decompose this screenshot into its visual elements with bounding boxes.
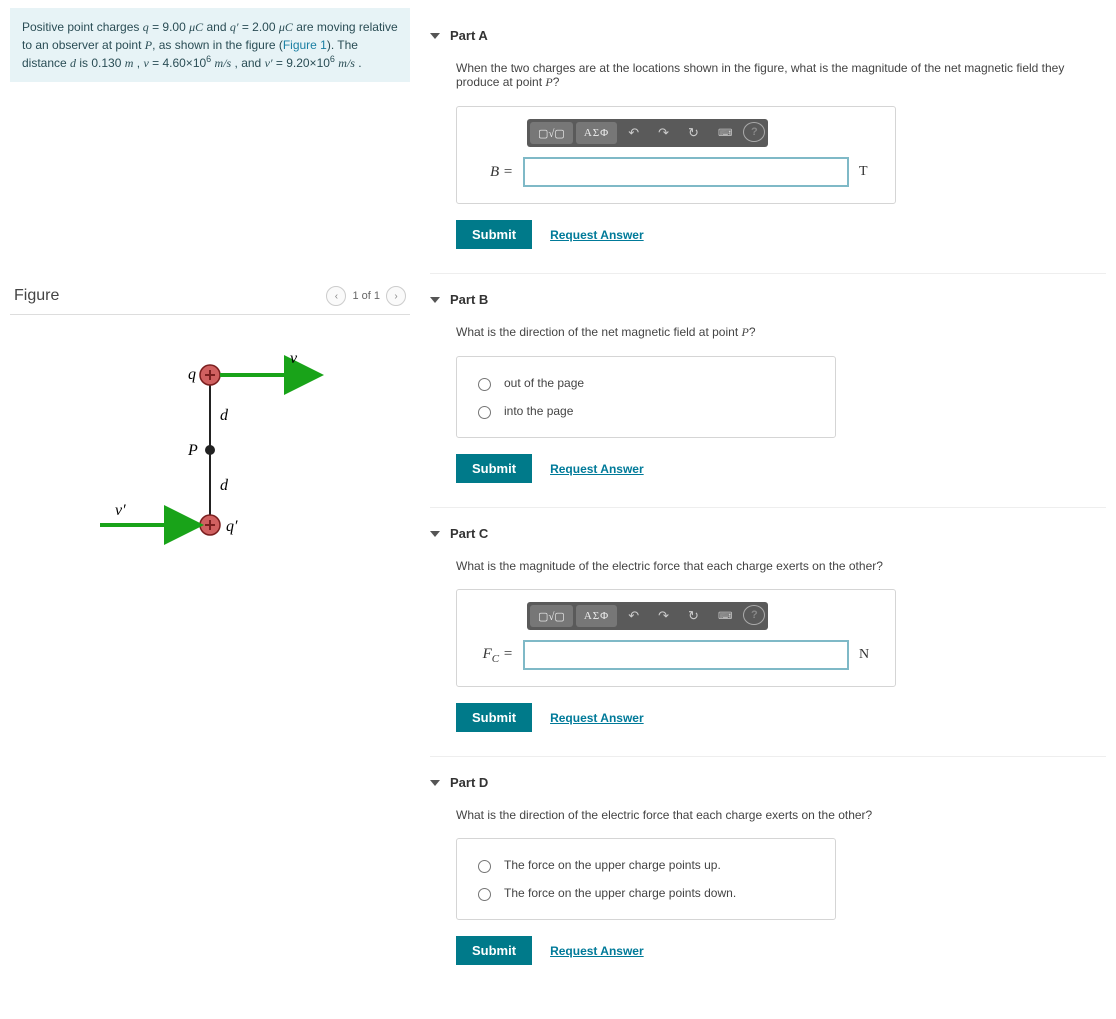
undo-icon[interactable]: ↶ — [620, 605, 647, 627]
collapse-icon[interactable] — [430, 531, 440, 537]
undo-icon[interactable]: ↶ — [620, 122, 647, 144]
part-c-answer-input[interactable] — [523, 640, 849, 670]
part-a-prompt: When the two charges are at the location… — [456, 61, 1106, 90]
part-c-var-label: FC = — [473, 646, 513, 665]
templates-tool-icon[interactable]: ▢√▢ — [530, 605, 573, 627]
part-d: Part D What is the direction of the elec… — [430, 757, 1106, 989]
part-a-answer-panel: ▢√▢ ΑΣΦ ↶ ↷ ↻ ⌨ ? B = T — [456, 106, 896, 204]
figure-pager-text: 1 of 1 — [352, 290, 380, 302]
svg-text:P: P — [187, 442, 198, 459]
figure-link[interactable]: Figure 1 — [283, 38, 327, 52]
part-a-title: Part A — [450, 28, 488, 43]
part-b-options: out of the page into the page — [456, 356, 836, 438]
collapse-icon[interactable] — [430, 33, 440, 39]
keyboard-icon[interactable]: ⌨ — [710, 605, 740, 627]
part-a-answer-input[interactable] — [523, 157, 849, 187]
part-a-unit: T — [859, 164, 879, 180]
greek-tool-icon[interactable]: ΑΣΦ — [576, 605, 617, 627]
svg-text:q′: q′ — [226, 518, 238, 535]
part-c-prompt: What is the magnitude of the electric fo… — [456, 559, 1106, 573]
figure-next-button[interactable]: › — [386, 286, 406, 306]
help-icon[interactable]: ? — [743, 122, 765, 142]
part-b: Part B What is the direction of the net … — [430, 274, 1106, 508]
part-c-title: Part C — [450, 526, 488, 541]
part-d-option-1[interactable]: The force on the upper charge points up. — [473, 851, 819, 879]
part-a: Part A When the two charges are at the l… — [430, 10, 1106, 274]
part-c: Part C What is the magnitude of the elec… — [430, 508, 1106, 757]
equation-toolbar: ▢√▢ ΑΣΦ ↶ ↷ ↻ ⌨ ? — [527, 119, 768, 147]
part-c-unit: N — [859, 647, 879, 663]
redo-icon[interactable]: ↷ — [650, 122, 677, 144]
figure-prev-button[interactable]: ‹ — [326, 286, 346, 306]
part-d-request-answer-link[interactable]: Request Answer — [550, 944, 644, 958]
part-c-request-answer-link[interactable]: Request Answer — [550, 711, 644, 725]
part-b-title: Part B — [450, 292, 488, 307]
part-b-option-2[interactable]: into the page — [473, 397, 819, 425]
part-d-title: Part D — [450, 775, 488, 790]
svg-text:d: d — [220, 477, 229, 494]
collapse-icon[interactable] — [430, 297, 440, 303]
keyboard-icon[interactable]: ⌨ — [710, 122, 740, 144]
svg-text:q: q — [188, 366, 196, 383]
templates-tool-icon[interactable]: ▢√▢ — [530, 122, 573, 144]
greek-tool-icon[interactable]: ΑΣΦ — [576, 122, 617, 144]
radio-input[interactable] — [478, 888, 491, 901]
svg-text:d: d — [220, 407, 229, 424]
part-d-submit-button[interactable]: Submit — [456, 936, 532, 965]
part-a-request-answer-link[interactable]: Request Answer — [550, 228, 644, 242]
part-a-submit-button[interactable]: Submit — [456, 220, 532, 249]
part-b-prompt: What is the direction of the net magneti… — [456, 325, 1106, 340]
reset-icon[interactable]: ↻ — [680, 605, 707, 627]
radio-input[interactable] — [478, 378, 491, 391]
part-b-request-answer-link[interactable]: Request Answer — [550, 462, 644, 476]
problem-statement: Positive point charges q = 9.00 μC and q… — [10, 8, 410, 82]
collapse-icon[interactable] — [430, 780, 440, 786]
svg-text:v′: v′ — [115, 502, 126, 519]
redo-icon[interactable]: ↷ — [650, 605, 677, 627]
part-a-var-label: B = — [473, 164, 513, 181]
figure-diagram: q v d P d q′ v′ — [10, 315, 410, 585]
figure-header: Figure ‹ 1 of 1 › — [10, 282, 410, 315]
part-b-submit-button[interactable]: Submit — [456, 454, 532, 483]
radio-input[interactable] — [478, 406, 491, 419]
reset-icon[interactable]: ↻ — [680, 122, 707, 144]
radio-input[interactable] — [478, 860, 491, 873]
svg-text:v: v — [290, 350, 298, 367]
part-c-answer-panel: ▢√▢ ΑΣΦ ↶ ↷ ↻ ⌨ ? FC = N — [456, 589, 896, 687]
figure-heading: Figure — [14, 287, 59, 305]
part-b-option-1[interactable]: out of the page — [473, 369, 819, 397]
part-d-prompt: What is the direction of the electric fo… — [456, 808, 1106, 822]
equation-toolbar: ▢√▢ ΑΣΦ ↶ ↷ ↻ ⌨ ? — [527, 602, 768, 630]
part-c-submit-button[interactable]: Submit — [456, 703, 532, 732]
help-icon[interactable]: ? — [743, 605, 765, 625]
part-d-option-2[interactable]: The force on the upper charge points dow… — [473, 879, 819, 907]
part-d-options: The force on the upper charge points up.… — [456, 838, 836, 920]
